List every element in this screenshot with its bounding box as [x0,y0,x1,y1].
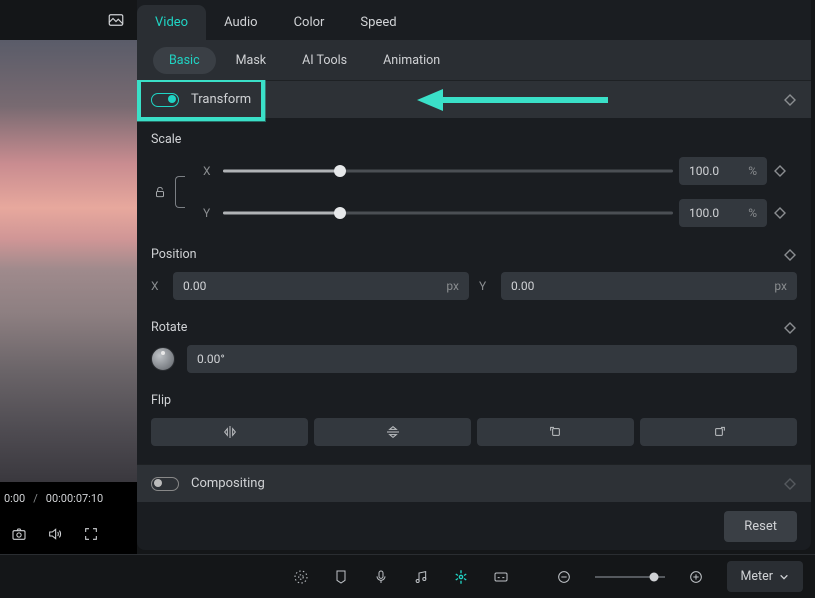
panel-body: Transform Scale X [137,80,811,550]
position-y-input[interactable]: 0.00 px [501,272,797,300]
time-current: 0:00 [4,492,25,505]
scale-x-keyframe-icon[interactable] [773,164,787,178]
preview-timebar: 0:00 / 00:00:07:10 [0,482,137,514]
tab-video[interactable]: Video [137,5,206,40]
subtab-basic[interactable]: Basic [153,47,216,74]
transform-toggle[interactable] [151,93,179,107]
meter-label: Meter [741,569,774,584]
position-x-label: X [151,279,163,293]
preview-tools [0,514,137,554]
zoom-out-icon[interactable] [555,568,573,586]
zoom-in-icon[interactable] [687,568,705,586]
scale-y-input[interactable]: 100.0 % [679,199,767,227]
scale-y-keyframe-icon[interactable] [773,206,787,220]
tab-speed[interactable]: Speed [342,5,414,40]
transform-header[interactable]: Transform [137,80,811,118]
camera-icon[interactable] [10,525,28,543]
scale-bracket [175,170,189,214]
rotate-cw-button[interactable] [640,418,797,446]
rotate-keyframe-icon[interactable] [783,321,797,335]
scale-y-label: Y [203,206,217,220]
rotate-dial[interactable] [151,347,175,371]
scale-x-slider[interactable] [223,164,673,178]
rotate-title: Rotate [151,320,187,335]
marker-icon[interactable] [332,568,350,586]
compositing-keyframe-icon[interactable] [783,477,797,491]
meter-button[interactable]: Meter [727,561,804,592]
position-x-input[interactable]: 0.00 px [173,272,469,300]
position-y-label: Y [479,279,491,293]
flip-title: Flip [151,393,797,408]
bottom-toolbar: Meter [0,554,815,598]
time-total: 00:00:07:10 [46,492,103,505]
preview-video[interactable] [0,40,137,482]
snap-icon[interactable] [452,568,470,586]
transform-label: Transform [191,92,251,107]
properties-panel: Video Audio Color Speed Basic Mask AI To… [137,0,811,550]
reset-bar: Reset [137,502,811,550]
preview-topbar [0,0,137,40]
scale-x-label: X [203,164,217,178]
sub-tabs: Basic Mask AI Tools Animation [137,40,811,80]
preview-panel: 0:00 / 00:00:07:10 [0,0,137,554]
adjust-icon[interactable] [292,568,310,586]
scale-title: Scale [151,132,797,147]
tab-color[interactable]: Color [276,5,343,40]
tab-audio[interactable]: Audio [206,5,275,40]
compositing-toggle[interactable] [151,477,179,491]
time-separator: / [33,492,38,505]
chevron-down-icon [779,572,789,582]
reset-button[interactable]: Reset [724,511,797,542]
zoom-slider[interactable] [595,571,665,583]
scale-x-input[interactable]: 100.0 % [679,157,767,185]
music-note-icon[interactable] [412,568,430,586]
volume-icon[interactable] [46,525,64,543]
compositing-header[interactable]: Compositing [137,464,811,502]
annotation-arrow [417,89,608,111]
main-tabs: Video Audio Color Speed [137,0,811,40]
scale-y-slider[interactable] [223,206,673,220]
transform-keyframe-icon[interactable] [783,93,797,107]
subtab-animation[interactable]: Animation [367,47,456,74]
position-title: Position [151,247,197,262]
subtab-ai-tools[interactable]: AI Tools [286,47,363,74]
rotate-ccw-button[interactable] [477,418,634,446]
fullscreen-icon[interactable] [82,525,100,543]
flip-horizontal-button[interactable] [151,418,308,446]
transform-content: Scale X 100.0 % [137,118,811,464]
mic-icon[interactable] [372,568,390,586]
caption-icon[interactable] [492,568,510,586]
snapshot-icon[interactable] [107,11,125,29]
compositing-label: Compositing [191,476,265,491]
position-keyframe-icon[interactable] [783,248,797,262]
flip-vertical-button[interactable] [314,418,471,446]
subtab-mask[interactable]: Mask [220,47,283,74]
scale-lock[interactable] [151,185,169,199]
rotate-input[interactable]: 0.00° [187,345,797,373]
